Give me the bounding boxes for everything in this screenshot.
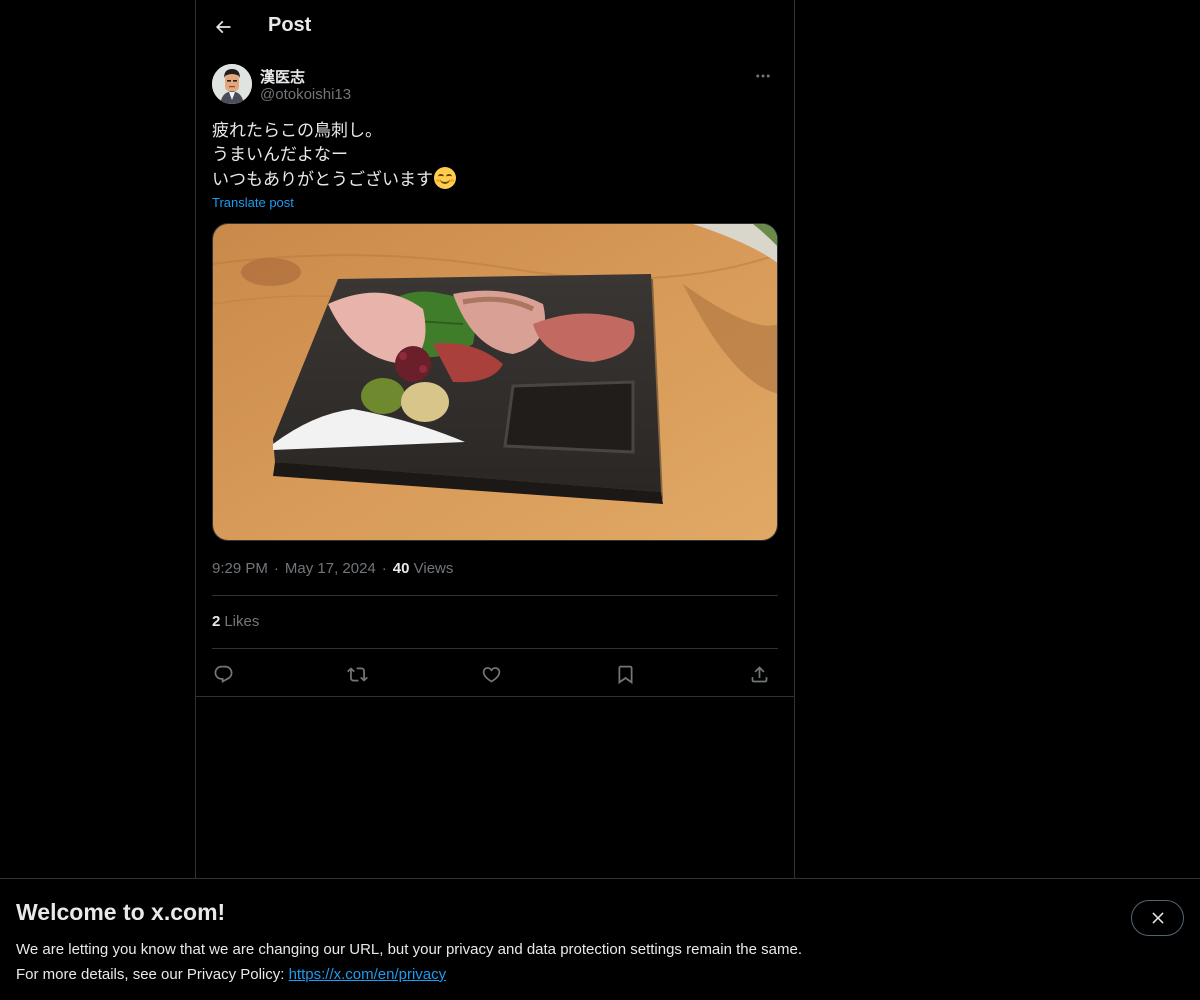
post-text: 疲れたらこの鳥刺し。 うまいんだよなー いつもありがとうございます <box>212 119 778 192</box>
share-button[interactable] <box>742 657 776 691</box>
post-text-line: いつもありがとうございます <box>212 170 433 190</box>
sashimi-photo-image <box>213 224 777 540</box>
banner-line-2: For more details, see our Privacy Policy… <box>16 962 802 987</box>
back-button[interactable] <box>204 8 242 46</box>
banner-text: We are letting you know that we are chan… <box>16 937 802 987</box>
top-bar: Post <box>196 0 794 53</box>
ellipsis-icon <box>756 74 770 78</box>
close-icon <box>1151 912 1164 924</box>
url-change-banner: Welcome to x.com! We are letting you kno… <box>0 878 1200 1000</box>
divider <box>196 696 794 697</box>
share-icon <box>751 665 767 682</box>
views-label: Views <box>413 560 454 577</box>
post-time[interactable]: 9:29 PM <box>212 560 268 577</box>
author-handle[interactable]: @otokoishi13 <box>260 86 351 103</box>
post-text-line: うまいんだよなー <box>212 145 348 165</box>
repost-icon <box>346 666 368 682</box>
page-title: Post <box>268 14 312 36</box>
divider <box>212 648 778 649</box>
likes-count: 2 <box>212 613 221 630</box>
post-text-line-with-emoji: いつもありがとうございます <box>212 167 778 192</box>
author-display-name[interactable]: 漢医志 <box>260 66 305 87</box>
banner-title: Welcome to x.com! <box>16 899 226 925</box>
banner-line-2-prefix: For more details, see our Privacy Policy… <box>16 966 289 983</box>
reply-button[interactable] <box>206 657 240 691</box>
banner-close-button[interactable] <box>1131 900 1184 936</box>
avatar[interactable] <box>212 64 252 104</box>
banner-line-1: We are letting you know that we are chan… <box>16 941 802 958</box>
post-text-line: 疲れたらこの鳥刺し。 <box>212 121 382 141</box>
meta-separator: · <box>273 560 279 577</box>
like-button[interactable] <box>474 657 508 691</box>
privacy-policy-link[interactable]: https://x.com/en/privacy <box>289 966 447 983</box>
translate-post-link[interactable]: Translate post <box>212 195 294 210</box>
post-author: 漢医志 @otokoishi13 <box>212 64 778 108</box>
likes-label: Likes <box>224 613 260 630</box>
more-options-button[interactable] <box>748 64 778 88</box>
divider <box>212 595 778 596</box>
like-icon <box>482 666 500 683</box>
post-date[interactable]: May 17, 2024 <box>285 560 376 577</box>
reply-icon <box>214 665 232 683</box>
likes-link[interactable]: 2 Likes <box>212 613 259 630</box>
bookmark-button[interactable] <box>608 657 642 691</box>
post-meta: 9:29 PM · May 17, 2024 · 40 Views <box>212 560 453 577</box>
action-bar <box>212 657 778 691</box>
bookmark-icon <box>618 665 632 684</box>
arrow-left-icon <box>215 20 231 34</box>
meta-separator: · <box>381 560 387 577</box>
avatar-image <box>212 64 252 104</box>
smiling-face-emoji-icon <box>434 167 456 189</box>
views-count: 40 <box>392 560 410 577</box>
post-column: Post 漢医志 @otokoishi13 疲れたらこの鳥刺し。 うまいんだよな… <box>195 0 795 878</box>
repost-button[interactable] <box>340 657 374 691</box>
post-photo[interactable] <box>212 223 778 541</box>
